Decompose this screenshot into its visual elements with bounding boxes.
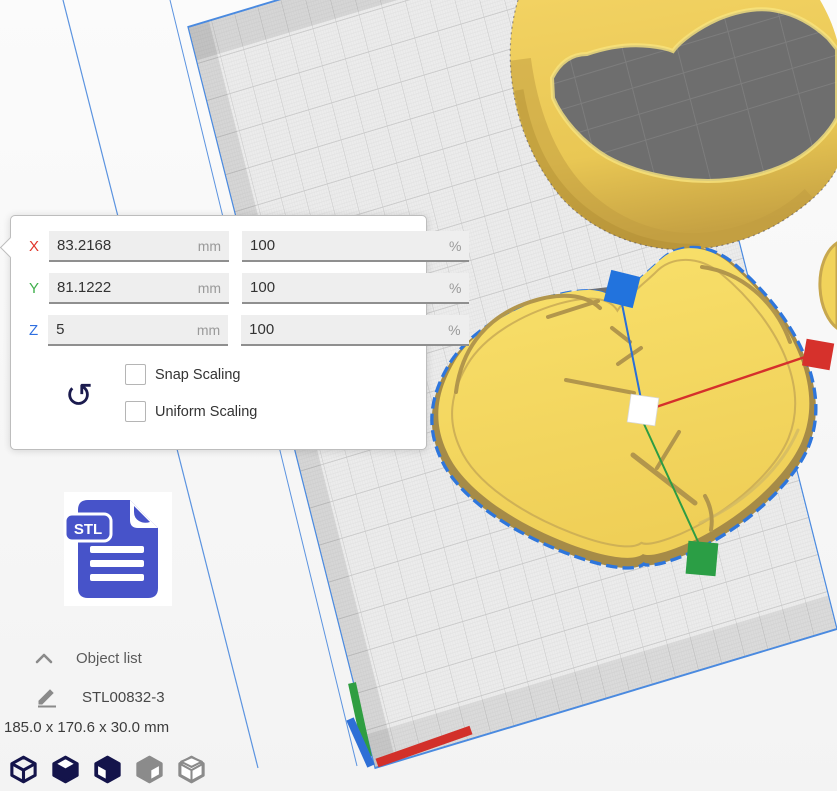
rename-pencil-icon[interactable] bbox=[36, 686, 58, 708]
object-list-title: Object list bbox=[76, 650, 142, 667]
object-list-header[interactable]: Object list bbox=[0, 645, 142, 671]
x-percent-unit: % bbox=[449, 238, 461, 254]
scale-handle-y[interactable] bbox=[686, 541, 719, 576]
scale-row-y: Y mm % bbox=[29, 273, 409, 304]
z-percent-input[interactable] bbox=[249, 321, 448, 338]
snap-scaling-label: Snap Scaling bbox=[155, 367, 240, 383]
stl-file-icon: STL bbox=[62, 492, 174, 608]
stl-file-thumbnail[interactable]: STL bbox=[62, 492, 174, 608]
cube-solid-outline-icon[interactable] bbox=[92, 753, 123, 786]
view-mode-toolbar bbox=[8, 753, 207, 786]
cube-solid-icon[interactable] bbox=[50, 753, 81, 786]
scale-handle-x[interactable] bbox=[802, 339, 834, 370]
chevron-up-icon bbox=[34, 651, 54, 665]
x-size-unit: mm bbox=[198, 238, 221, 254]
axis-label-y: Y bbox=[29, 280, 39, 297]
scale-row-x: X mm % bbox=[29, 231, 409, 262]
object-name: STL00832-3 bbox=[82, 689, 165, 706]
axis-label-x: X bbox=[29, 238, 39, 255]
z-percent-unit: % bbox=[448, 322, 460, 338]
snap-scaling-checkbox[interactable] bbox=[125, 364, 146, 385]
cura-viewport: X mm % Y mm % Z mm % ↺ bbox=[0, 0, 837, 791]
reset-scale-button[interactable]: ↺ bbox=[59, 374, 99, 418]
y-percent-unit: % bbox=[449, 280, 461, 296]
cube-light-open-icon[interactable] bbox=[176, 753, 207, 786]
cube-wireframe-icon[interactable] bbox=[8, 753, 39, 786]
x-percent-input[interactable] bbox=[250, 237, 449, 254]
cube-light-icon[interactable] bbox=[134, 753, 165, 786]
y-size-input[interactable] bbox=[57, 279, 198, 296]
scale-handle-center[interactable] bbox=[627, 394, 659, 426]
reset-icon: ↺ bbox=[65, 377, 94, 415]
scale-row-z: Z mm % bbox=[29, 315, 409, 346]
scale-tool-panel: X mm % Y mm % Z mm % ↺ bbox=[10, 215, 427, 450]
y-size-unit: mm bbox=[198, 280, 221, 296]
uniform-scaling-label: Uniform Scaling bbox=[155, 404, 257, 420]
uniform-scaling-checkbox[interactable] bbox=[125, 401, 146, 422]
z-size-input[interactable] bbox=[56, 321, 197, 338]
object-dimensions: 185.0 x 170.6 x 30.0 mm bbox=[4, 719, 169, 736]
x-size-input[interactable] bbox=[57, 237, 198, 254]
z-size-unit: mm bbox=[197, 322, 220, 338]
axis-label-z: Z bbox=[29, 322, 38, 339]
object-list-item[interactable]: STL00832-3 bbox=[0, 684, 165, 710]
y-percent-input[interactable] bbox=[250, 279, 449, 296]
stl-badge-text: STL bbox=[74, 521, 102, 538]
